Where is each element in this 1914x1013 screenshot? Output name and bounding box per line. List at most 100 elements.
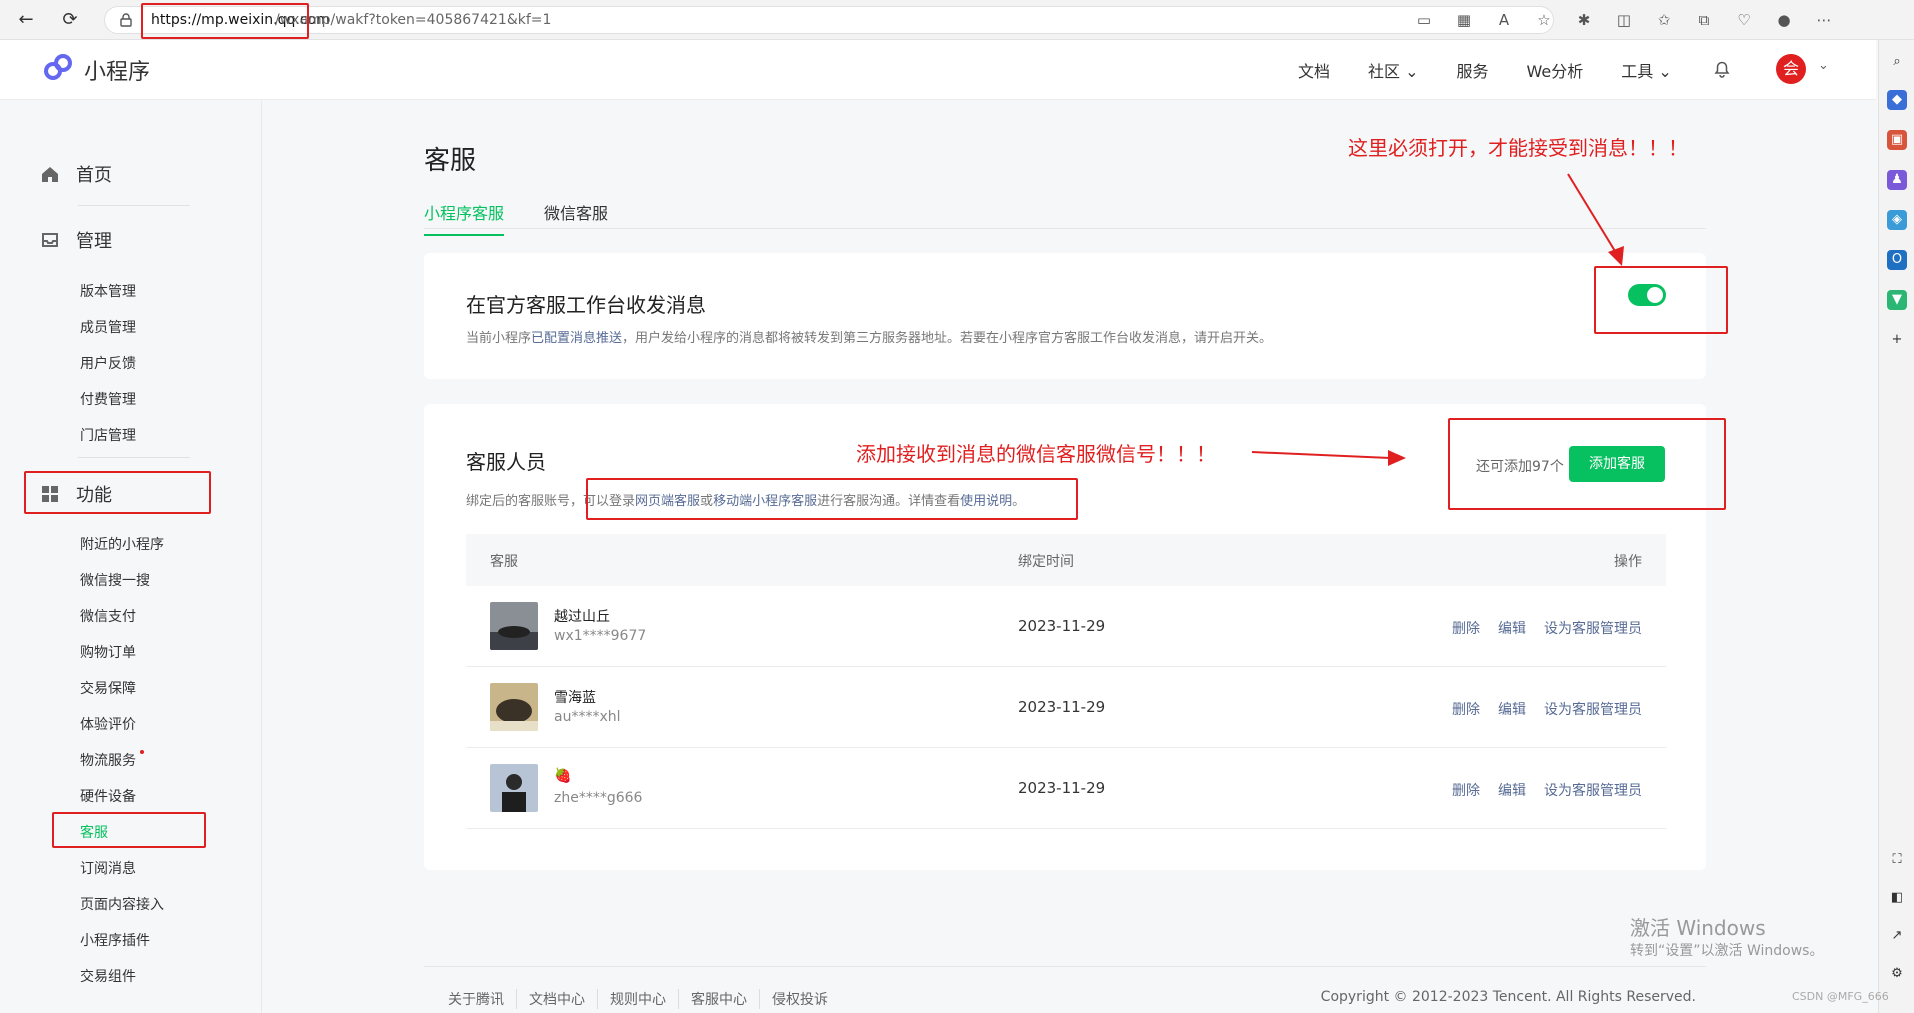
sidebar-item-version[interactable]: 版本管理	[80, 281, 136, 301]
office-icon[interactable]: ◈	[1887, 210, 1907, 230]
drop-icon[interactable]: ▼	[1887, 290, 1907, 310]
sidebar-item-feedback[interactable]: 用户反馈	[80, 353, 136, 373]
games-icon[interactable]: ♟	[1887, 170, 1907, 190]
row-actions: 删除 编辑 设为客服管理员	[1452, 780, 1642, 800]
row-actions: 删除 编辑 设为客服管理员	[1452, 699, 1642, 719]
avatar	[490, 683, 538, 731]
external-link-icon[interactable]: ↗	[1887, 926, 1907, 946]
sidebar-item-members[interactable]: 成员管理	[80, 317, 136, 337]
sidebar-item-payment[interactable]: 付费管理	[80, 389, 136, 409]
app-title: 小程序	[84, 60, 151, 85]
arrow-icon	[1251, 450, 1406, 466]
set-admin-button[interactable]: 设为客服管理员	[1544, 618, 1642, 638]
footer-link[interactable]: 文档中心	[517, 989, 598, 1009]
nav-tools[interactable]: 工具 ⌄	[1621, 58, 1672, 82]
outlook-icon[interactable]: O	[1887, 250, 1907, 270]
more-icon[interactable]: ⋯	[1814, 10, 1834, 30]
row-actions: 删除 编辑 设为客服管理员	[1452, 618, 1642, 638]
set-admin-button[interactable]: 设为客服管理员	[1544, 780, 1642, 800]
health-icon[interactable]: ♡	[1734, 10, 1754, 30]
miniprogram-logo-icon[interactable]	[42, 52, 74, 84]
sidebar-manage[interactable]: 管理	[40, 227, 112, 253]
delete-button[interactable]: 删除	[1452, 618, 1480, 638]
refresh-icon[interactable]: ⟳	[58, 8, 82, 32]
bind-date: 2023-11-29	[1018, 617, 1106, 635]
annotation-box-features	[24, 471, 211, 514]
footer-link[interactable]: 规则中心	[598, 989, 679, 1009]
nav-analytics[interactable]: We分析	[1527, 58, 1584, 82]
screenshot-icon[interactable]: ⛶	[1887, 850, 1907, 870]
collections-icon[interactable]: ⧉	[1694, 10, 1714, 30]
edit-button[interactable]: 编辑	[1498, 780, 1526, 800]
extensions-icon[interactable]: ✱	[1574, 10, 1594, 30]
nav-community[interactable]: 社区 ⌄	[1368, 58, 1419, 82]
edit-button[interactable]: 编辑	[1498, 618, 1526, 638]
user-avatar[interactable]: 会	[1776, 54, 1806, 84]
footer-link[interactable]: 侵权投诉	[760, 989, 840, 1009]
footer-links: 关于腾讯 文档中心 规则中心 客服中心 侵权投诉	[436, 989, 840, 1009]
sidebar-item-orders[interactable]: 购物订单	[80, 642, 136, 662]
table-row: 🍓 zhe****g666 2023-11-29 删除 编辑 设为客服管理员	[466, 748, 1666, 829]
delete-button[interactable]: 删除	[1452, 780, 1480, 800]
shopping-icon[interactable]: ◆	[1887, 90, 1907, 110]
settings-icon[interactable]: ⚙	[1887, 964, 1907, 984]
browser-actions: ▭ ▦ A ☆ ✱ ◫ ✩ ⧉ ♡ ● ⋯	[1414, 6, 1914, 34]
inbox-icon	[42, 233, 58, 247]
cs-name: 雪海蓝	[554, 690, 596, 706]
sidebar-item-search[interactable]: 微信搜一搜	[80, 570, 150, 590]
split-screen-icon[interactable]: ◫	[1614, 10, 1634, 30]
sidebar-item-plugins[interactable]: 小程序插件	[80, 930, 150, 950]
column-header: 绑定时间	[1018, 554, 1074, 570]
add-icon[interactable]: +	[1887, 330, 1907, 350]
page-title: 客服	[424, 146, 477, 176]
edit-button[interactable]: 编辑	[1498, 699, 1526, 719]
sidebar-item-hardware[interactable]: 硬件设备	[80, 786, 136, 806]
favorite-star-icon[interactable]: ☆	[1534, 10, 1554, 30]
sidebar-item-reviews[interactable]: 体验评价	[80, 714, 136, 734]
profile-icon[interactable]: ●	[1774, 10, 1794, 30]
sidebar-item-subscription[interactable]: 订阅消息	[80, 858, 136, 878]
tab-bar: 小程序客服 微信客服	[424, 200, 608, 236]
bell-icon[interactable]	[1712, 58, 1732, 78]
apps-icon[interactable]: ▦	[1454, 10, 1474, 30]
tab-divider	[424, 228, 1706, 229]
windows-watermark: 激活 Windows	[1630, 916, 1766, 940]
message-push-link[interactable]: 已配置消息推送	[531, 331, 622, 346]
windows-watermark-sub: 转到“设置”以激活 Windows。	[1630, 943, 1824, 959]
address-bar[interactable]: https://mp.weixin.qq.com /wxamp/wakf?tok…	[104, 6, 1554, 34]
sidebar-home[interactable]: 首页	[40, 161, 112, 187]
column-header: 操作	[1614, 554, 1642, 570]
footer-link[interactable]: 客服中心	[679, 989, 760, 1009]
card-title: 客服人员	[466, 450, 546, 474]
sidebar-item-logistics[interactable]: 物流服务	[80, 750, 144, 770]
tools-icon[interactable]: ▣	[1887, 130, 1907, 150]
sidebar-item-guarantee[interactable]: 交易保障	[80, 678, 136, 698]
back-icon[interactable]: ←	[14, 8, 38, 32]
cs-account: wx1****9677	[554, 628, 647, 644]
nav-services[interactable]: 服务	[1457, 58, 1489, 82]
csdn-watermark: CSDN @MFG_666	[1792, 990, 1889, 1003]
browser-sidebar: ⌕ ◆ ▣ ♟ ◈ O ▼ + ⛶ ◧ ↗ ⚙	[1878, 40, 1914, 1013]
sidebar-item-wxpay[interactable]: 微信支付	[80, 606, 136, 626]
avatar	[490, 602, 538, 650]
sidebar-item-trade[interactable]: 交易组件	[80, 966, 136, 986]
divider	[78, 205, 190, 206]
read-aloud-icon[interactable]: A	[1494, 10, 1514, 30]
sidebar-item-nearby[interactable]: 附近的小程序	[80, 534, 164, 554]
delete-button[interactable]: 删除	[1452, 699, 1480, 719]
tab-miniprogram-cs[interactable]: 小程序客服	[424, 200, 505, 236]
cs-account: zhe****g666	[554, 790, 643, 806]
annotation-box-cs	[52, 812, 206, 848]
reader-icon[interactable]: ▭	[1414, 10, 1434, 30]
nav-docs[interactable]: 文档	[1298, 58, 1330, 82]
sidebar-item-stores[interactable]: 门店管理	[80, 425, 136, 445]
table-header: 客服 绑定时间 操作	[466, 534, 1666, 586]
favorites-icon[interactable]: ✩	[1654, 10, 1674, 30]
sidebar-toggle-icon[interactable]: ◧	[1887, 888, 1907, 908]
sidebar-item-content[interactable]: 页面内容接入	[80, 894, 164, 914]
footer-link[interactable]: 关于腾讯	[436, 989, 517, 1009]
tab-wechat-cs[interactable]: 微信客服	[544, 200, 608, 236]
chevron-down-icon[interactable]: ⌄	[1818, 58, 1829, 73]
search-icon[interactable]: ⌕	[1887, 52, 1907, 72]
set-admin-button[interactable]: 设为客服管理员	[1544, 699, 1642, 719]
